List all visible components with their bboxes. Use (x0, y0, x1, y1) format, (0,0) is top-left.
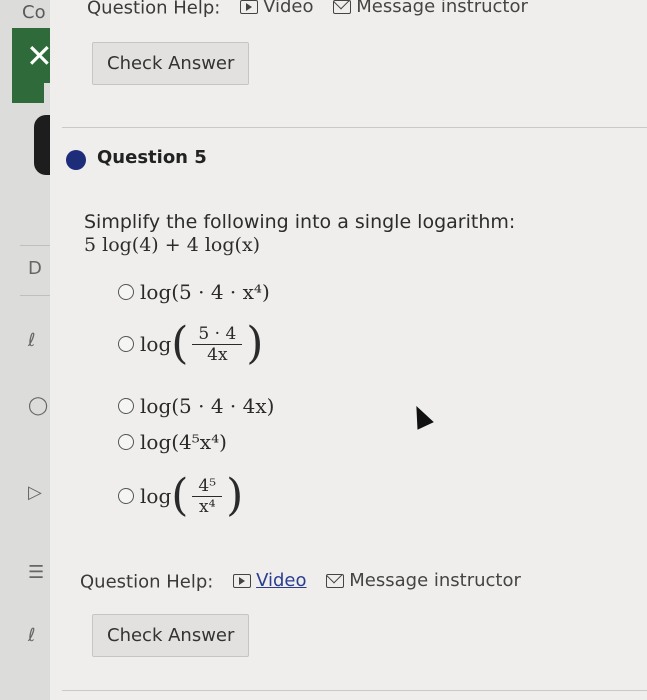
sidebar-icon-script-2[interactable]: ℓ (28, 625, 35, 646)
section-divider (62, 127, 647, 128)
sidebar-top-text: Co (22, 2, 46, 23)
close-tab-tail (12, 83, 44, 103)
envelope-icon (326, 573, 345, 588)
video-link[interactable]: Video (240, 0, 314, 17)
video-link[interactable]: Video (233, 570, 307, 591)
question-panel: Question Help: Video Message instructor … (50, 0, 647, 700)
answer-option-5[interactable]: log ( 4⁵ x⁴ ) (118, 474, 243, 518)
answer-option-3[interactable]: log(5 · 4 · 4x) (118, 394, 274, 418)
video-icon (240, 0, 259, 14)
message-instructor-link[interactable]: Message instructor (333, 0, 528, 17)
sidebar-icon-play[interactable]: ▷ (28, 482, 42, 503)
answer-option-4[interactable]: log(4⁵x⁴) (118, 430, 227, 454)
fraction: 5 · 4 4x (192, 324, 243, 365)
fraction: 4⁵ x⁴ (192, 476, 223, 517)
answer-option-2[interactable]: log ( 5 · 4 4x ) (118, 322, 263, 366)
sidebar-divider (20, 295, 50, 296)
message-instructor-link[interactable]: Message instructor (326, 570, 521, 591)
sidebar-icon-list[interactable]: ☰ (28, 562, 44, 583)
question-title: Question 5 (97, 147, 207, 168)
check-answer-button-bottom[interactable]: Check Answer (92, 614, 250, 657)
check-answer-button[interactable]: Check Answer (92, 42, 250, 85)
top-question-help: Question Help: Video Message instructor (87, 0, 528, 19)
sidebar-divider (20, 245, 50, 246)
answer-option-1[interactable]: log(5 · 4 · x⁴) (118, 280, 270, 304)
bottom-divider (62, 690, 647, 691)
video-icon (233, 573, 252, 588)
mouse-cursor (408, 402, 434, 430)
radio-button[interactable] (118, 284, 134, 300)
question-expression: 5 log(4) + 4 log(x) (84, 234, 261, 256)
question-help-label: Question Help: (80, 571, 214, 593)
radio-button[interactable] (118, 398, 134, 414)
question-status-dot (66, 150, 86, 170)
sidebar-icon-circle[interactable]: ◯ (28, 395, 48, 416)
envelope-icon (333, 0, 352, 14)
question-help-label: Question Help: (87, 0, 221, 19)
radio-button[interactable] (118, 434, 134, 450)
sidebar-icon-d[interactable]: D (28, 258, 42, 279)
bottom-question-help: Question Help: Video Message instructor (80, 570, 521, 593)
sidebar-icon-script[interactable]: ℓ (28, 330, 35, 351)
radio-button[interactable] (118, 488, 134, 504)
close-icon[interactable]: ✕ (26, 36, 53, 76)
radio-button[interactable] (118, 336, 134, 352)
left-sidebar: Co (0, 0, 50, 700)
question-prompt: Simplify the following into a single log… (84, 211, 516, 233)
